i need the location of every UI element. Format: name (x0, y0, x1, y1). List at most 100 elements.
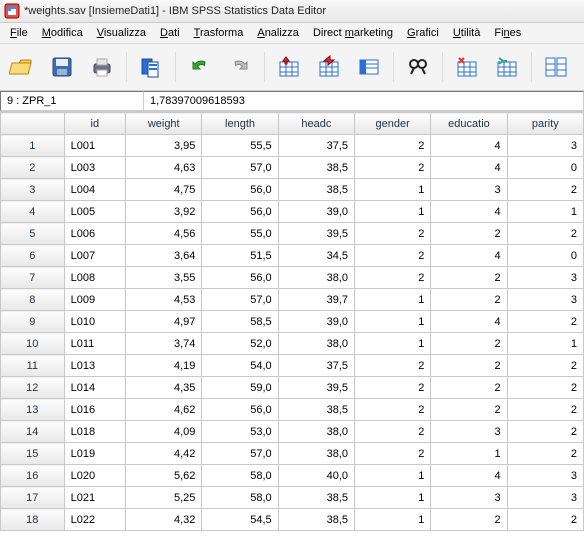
cell-id[interactable]: L001 (64, 135, 125, 157)
menu-utilita[interactable]: Utilità (447, 25, 487, 41)
table-row[interactable]: 11L0134,1954,037,5222 (1, 355, 584, 377)
cell-headc[interactable]: 38,5 (278, 157, 354, 179)
cell-educatio[interactable]: 2 (431, 377, 507, 399)
table-row[interactable]: 3L0044,7556,038,5132 (1, 179, 584, 201)
menu-fines[interactable]: Fines (488, 25, 527, 41)
row-header[interactable]: 12 (1, 377, 65, 399)
cell-headc[interactable]: 39,7 (278, 289, 354, 311)
cell-id[interactable]: L011 (64, 333, 125, 355)
cell-id[interactable]: L020 (64, 465, 125, 487)
cell-headc[interactable]: 38,0 (278, 333, 354, 355)
cell-id[interactable]: L013 (64, 355, 125, 377)
table-row[interactable]: 16L0205,6258,040,0143 (1, 465, 584, 487)
cell-value[interactable]: 1,78397009618593 (144, 91, 584, 111)
cell-gender[interactable]: 1 (355, 465, 431, 487)
cell-parity[interactable]: 2 (507, 399, 583, 421)
cell-educatio[interactable]: 2 (431, 267, 507, 289)
cell-length[interactable]: 54,5 (202, 509, 278, 531)
table-row[interactable]: 15L0194,4257,038,0212 (1, 443, 584, 465)
cell-weight[interactable]: 4,09 (126, 421, 202, 443)
cell-length[interactable]: 55,5 (202, 135, 278, 157)
cell-headc[interactable]: 38,5 (278, 509, 354, 531)
cell-parity[interactable]: 2 (507, 421, 583, 443)
cell-id[interactable]: L018 (64, 421, 125, 443)
cell-headc[interactable]: 39,5 (278, 377, 354, 399)
cell-gender[interactable]: 1 (355, 333, 431, 355)
recall-dialog-button[interactable] (133, 49, 169, 85)
cell-gender[interactable]: 1 (355, 311, 431, 333)
col-header-headc[interactable]: headc (278, 113, 354, 135)
variables-button[interactable] (351, 49, 387, 85)
cell-educatio[interactable]: 4 (431, 135, 507, 157)
cell-educatio[interactable]: 2 (431, 333, 507, 355)
goto-case-button[interactable] (271, 49, 307, 85)
cell-length[interactable]: 56,0 (202, 267, 278, 289)
cell-headc[interactable]: 38,5 (278, 487, 354, 509)
cell-id[interactable]: L003 (64, 157, 125, 179)
row-header[interactable]: 7 (1, 267, 65, 289)
cell-length[interactable]: 58,5 (202, 311, 278, 333)
cell-weight[interactable]: 3,95 (126, 135, 202, 157)
cell-reference[interactable]: 9 : ZPR_1 (0, 91, 144, 111)
cell-id[interactable]: L005 (64, 201, 125, 223)
undo-button[interactable] (182, 49, 218, 85)
row-header[interactable]: 9 (1, 311, 65, 333)
cell-weight[interactable]: 4,63 (126, 157, 202, 179)
cell-parity[interactable]: 3 (507, 487, 583, 509)
cell-headc[interactable]: 40,0 (278, 465, 354, 487)
menu-visualizza[interactable]: Visualizza (91, 25, 152, 41)
find-button[interactable] (400, 49, 436, 85)
cell-educatio[interactable]: 2 (431, 355, 507, 377)
cell-length[interactable]: 57,0 (202, 157, 278, 179)
cell-educatio[interactable]: 2 (431, 509, 507, 531)
table-row[interactable]: 2L0034,6357,038,5240 (1, 157, 584, 179)
cell-length[interactable]: 54,0 (202, 355, 278, 377)
table-row[interactable]: 9L0104,9758,539,0142 (1, 311, 584, 333)
cell-headc[interactable]: 37,5 (278, 355, 354, 377)
cell-educatio[interactable]: 3 (431, 421, 507, 443)
cell-gender[interactable]: 1 (355, 509, 431, 531)
row-header[interactable]: 11 (1, 355, 65, 377)
cell-id[interactable]: L004 (64, 179, 125, 201)
cell-gender[interactable]: 2 (355, 355, 431, 377)
table-row[interactable]: 5L0064,5655,039,5222 (1, 223, 584, 245)
table-row[interactable]: 13L0164,6256,038,5222 (1, 399, 584, 421)
row-header[interactable]: 3 (1, 179, 65, 201)
data-grid[interactable]: id weight length headc gender educatio p… (0, 112, 584, 531)
cell-weight[interactable]: 5,25 (126, 487, 202, 509)
table-row[interactable]: 6L0073,6451,534,5240 (1, 245, 584, 267)
cell-gender[interactable]: 2 (355, 245, 431, 267)
menu-dati[interactable]: Dati (154, 25, 186, 41)
cell-length[interactable]: 53,0 (202, 421, 278, 443)
table-row[interactable]: 4L0053,9256,039,0141 (1, 201, 584, 223)
split-file-button[interactable] (538, 49, 574, 85)
cell-headc[interactable]: 37,5 (278, 135, 354, 157)
cell-weight[interactable]: 4,75 (126, 179, 202, 201)
cell-headc[interactable]: 38,5 (278, 399, 354, 421)
cell-length[interactable]: 56,0 (202, 179, 278, 201)
cell-weight[interactable]: 3,64 (126, 245, 202, 267)
cell-length[interactable]: 56,0 (202, 399, 278, 421)
cell-parity[interactable]: 3 (507, 135, 583, 157)
col-header-gender[interactable]: gender (355, 113, 431, 135)
row-header[interactable]: 8 (1, 289, 65, 311)
print-button[interactable] (84, 49, 120, 85)
cell-headc[interactable]: 38,0 (278, 267, 354, 289)
col-header-parity[interactable]: parity (507, 113, 583, 135)
menu-analizza[interactable]: Analizza (251, 25, 305, 41)
cell-educatio[interactable]: 4 (431, 157, 507, 179)
cell-headc[interactable]: 39,0 (278, 201, 354, 223)
table-row[interactable]: 14L0184,0953,038,0232 (1, 421, 584, 443)
row-header[interactable]: 4 (1, 201, 65, 223)
cell-parity[interactable]: 2 (507, 377, 583, 399)
cell-length[interactable]: 57,0 (202, 289, 278, 311)
menu-trasforma[interactable]: Trasforma (188, 25, 250, 41)
cell-id[interactable]: L019 (64, 443, 125, 465)
data-grid-wrapper[interactable]: id weight length headc gender educatio p… (0, 112, 584, 544)
corner-cell[interactable] (1, 113, 65, 135)
cell-educatio[interactable]: 4 (431, 311, 507, 333)
cell-gender[interactable]: 2 (355, 157, 431, 179)
cell-length[interactable]: 56,0 (202, 201, 278, 223)
cell-educatio[interactable]: 2 (431, 223, 507, 245)
cell-educatio[interactable]: 2 (431, 399, 507, 421)
